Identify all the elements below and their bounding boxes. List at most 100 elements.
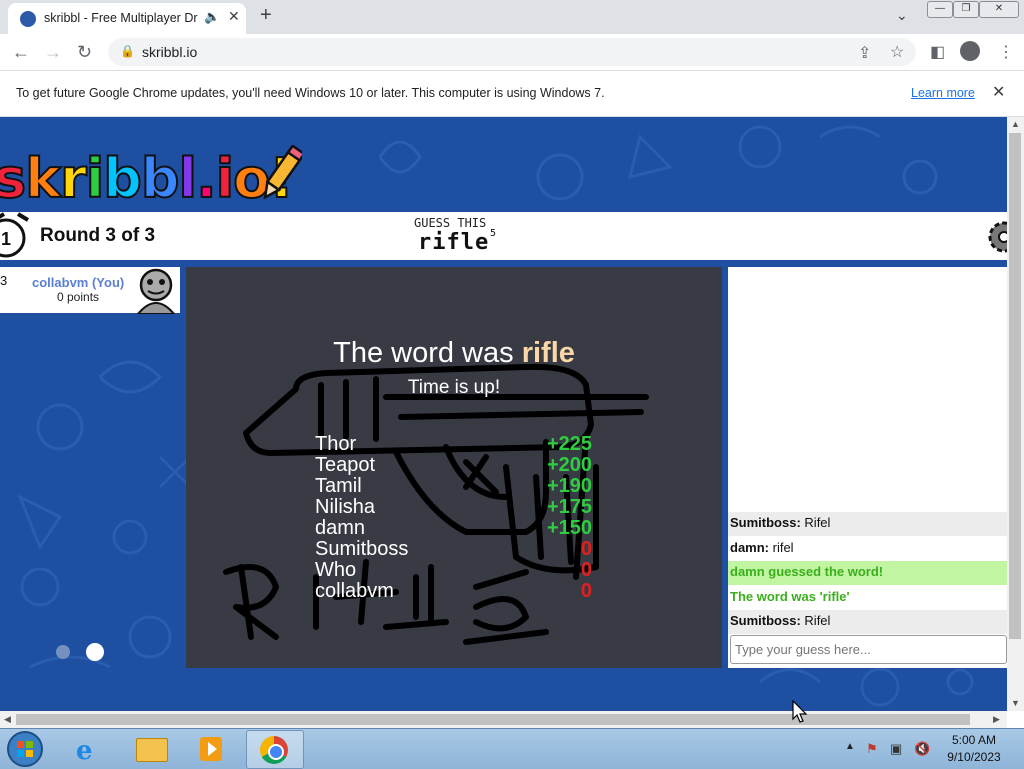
address-bar[interactable]: 🔒 skribbl.io ⇪ ☆	[108, 38, 916, 66]
chat-author: Sumitboss:	[730, 515, 801, 530]
logo-letter: .	[195, 146, 217, 211]
horizontal-scrollbar[interactable]: ◀ ▶	[0, 711, 1007, 728]
tab-search-chevron-icon[interactable]: ⌄	[896, 7, 908, 24]
player-card[interactable]: 3 collabvm (You) 0 points	[0, 267, 180, 314]
vertical-scroll-thumb[interactable]	[1009, 133, 1021, 639]
skribbl-page: skribbl.io! 1 Round 3 of 3 GUESS THIS ri…	[0, 117, 1007, 711]
horizontal-scroll-thumb[interactable]	[16, 714, 970, 725]
chat-text: The word was 'rifle'	[730, 588, 850, 604]
close-window-button[interactable]: ✕	[979, 1, 1019, 18]
infobar-close-icon[interactable]: ✕	[992, 82, 1005, 102]
player-name: collabvm (You)	[32, 275, 125, 290]
player-rank: 3	[0, 273, 8, 288]
bookmark-star-icon[interactable]: ☆	[890, 42, 904, 62]
score-player-name: Thor	[315, 433, 357, 455]
chat-author: damn:	[730, 539, 769, 555]
profile-avatar-icon[interactable]	[960, 41, 980, 61]
learn-more-link[interactable]: Learn more	[911, 86, 975, 100]
chat-message: damn guessed the word!	[728, 561, 1007, 585]
scroll-down-arrow-icon[interactable]: ▼	[1011, 698, 1020, 708]
logo-letter: b	[140, 146, 181, 211]
forward-arrow-icon[interactable]: →	[44, 42, 62, 63]
chrome-taskbar-icon[interactable]	[246, 730, 304, 769]
browser-tab[interactable]: skribbl - Free Multiplayer Dr 🔈 ✕	[8, 3, 246, 34]
scroll-left-arrow-icon[interactable]: ◀	[4, 714, 11, 725]
media-player-icon[interactable]	[184, 730, 240, 767]
restore-button[interactable]: ❐	[953, 1, 979, 18]
score-player-name: Tamil	[315, 475, 362, 497]
score-player-name: Nilisha	[315, 496, 376, 518]
score-points: +200	[546, 454, 592, 476]
lock-icon[interactable]: 🔒	[120, 44, 135, 58]
score-points: +150	[546, 517, 592, 539]
round-indicator: Round 3 of 3	[40, 225, 156, 246]
pencil-icon	[263, 145, 302, 200]
skribbl-logo: skribbl.io!	[0, 146, 295, 211]
drawing-canvas[interactable]: The word was rifle Time is up! Thor +225 T…	[186, 267, 722, 668]
score-player-name: Who	[315, 559, 357, 581]
score-player-name: Teapot	[315, 454, 376, 476]
internet-explorer-icon[interactable]: e	[62, 730, 118, 767]
score-points: +175	[546, 496, 592, 518]
back-arrow-icon[interactable]: ←	[12, 42, 30, 63]
file-explorer-icon[interactable]	[124, 730, 180, 767]
revealed-word: rifle	[521, 337, 575, 369]
chat-panel: Sumitboss: Rifel damn: rifel damn guessed …	[728, 267, 1007, 668]
hint-letter-count: 5	[490, 228, 497, 239]
scroll-up-arrow-icon[interactable]: ▲	[1011, 119, 1020, 129]
action-center-flag-icon[interactable]: ⚑	[866, 741, 878, 757]
carousel-dot[interactable]	[56, 645, 70, 659]
game-top-bar: 1 Round 3 of 3 GUESS THIS rifle 5	[0, 212, 1007, 260]
tab-close-icon[interactable]: ✕	[228, 8, 240, 25]
taskbar-time[interactable]: 5:00 AM	[938, 733, 1010, 747]
show-hidden-icons-icon[interactable]: ▲	[845, 741, 855, 752]
reload-icon[interactable]: ↻	[77, 42, 92, 63]
mouse-cursor-icon	[792, 700, 808, 723]
guess-this-label: GUESS THIS	[414, 216, 487, 230]
infobar-message: To get future Google Chrome updates, you…	[16, 86, 605, 100]
browser-toolbar: ← → ↻ 🔒 skribbl.io ⇪ ☆ ◧ ⋮	[0, 34, 1024, 71]
time-up-text: Time is up!	[407, 377, 501, 398]
score-points: 0	[580, 538, 592, 560]
chat-message: damn: rifel	[728, 536, 1007, 561]
new-tab-icon[interactable]: +	[260, 4, 272, 27]
taskbar-date[interactable]: 9/10/2023	[938, 750, 1010, 764]
avatar	[136, 268, 176, 314]
gear-icon[interactable]	[982, 217, 1007, 257]
carousel-dot-active[interactable]	[86, 643, 104, 661]
windows-start-icon[interactable]	[4, 730, 46, 768]
menu-kebab-icon[interactable]: ⋮	[998, 42, 1014, 62]
score-points: 0	[580, 580, 592, 602]
share-icon[interactable]: ⇪	[858, 43, 871, 63]
chat-author: Sumitboss:	[730, 613, 801, 628]
logo-letter: i	[215, 146, 235, 211]
guess-input[interactable]	[730, 635, 1007, 664]
tab-title: skribbl - Free Multiplayer Dr	[44, 11, 198, 25]
logo-letter: l	[178, 146, 198, 211]
score-points: +225	[546, 433, 592, 455]
score-player-name: damn	[315, 517, 366, 539]
minimize-button[interactable]: —	[927, 1, 953, 18]
chat-message: Sumitboss: Rifel	[728, 610, 1007, 634]
volume-muted-icon[interactable]: 🔇	[914, 741, 930, 757]
chat-message: Sumitboss: Rifel	[728, 512, 1007, 536]
audio-playing-icon[interactable]: 🔈	[204, 9, 220, 25]
score-player-name: collabvm	[315, 580, 394, 602]
logo-letter: i	[85, 146, 105, 211]
vertical-scrollbar[interactable]: ▲ ▼	[1007, 117, 1024, 711]
chat-text: Rifel	[804, 515, 831, 530]
side-panel-icon[interactable]: ◧	[930, 42, 945, 62]
hint-word: rifle	[418, 230, 490, 255]
score-player-name: Sumitboss	[315, 538, 409, 560]
word-reveal-prefix: The word was	[333, 337, 522, 369]
alarm-clock-icon: 1	[0, 212, 30, 258]
logo-letter: s	[0, 146, 27, 211]
scroll-right-arrow-icon[interactable]: ▶	[993, 714, 1000, 725]
network-icon[interactable]: ▣	[890, 741, 902, 757]
update-infobar: To get future Google Chrome updates, you…	[0, 71, 1024, 117]
logo-letter: b	[102, 146, 143, 211]
chat-text: rifel	[772, 539, 794, 555]
url-text[interactable]: skribbl.io	[142, 44, 197, 60]
player-drawing	[223, 363, 649, 645]
tab-strip: skribbl - Free Multiplayer Dr 🔈 ✕ + ⌄ — …	[0, 0, 1024, 34]
